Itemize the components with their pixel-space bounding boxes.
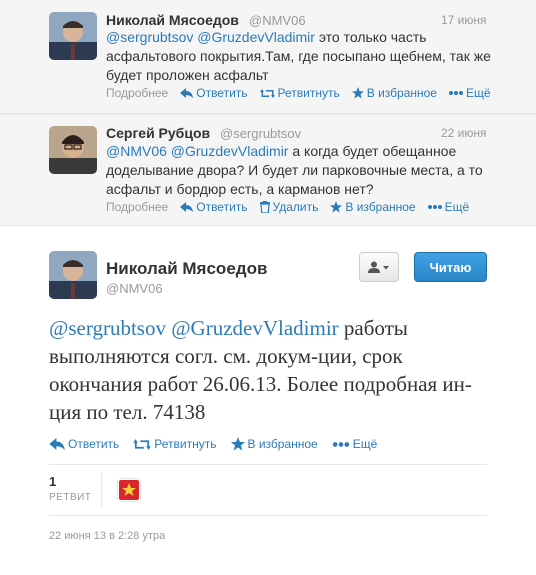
delete-button[interactable]: Удалить bbox=[259, 200, 319, 214]
star-icon bbox=[330, 201, 343, 213]
retweet-button[interactable]: Ретвитнуть bbox=[133, 437, 217, 451]
main-tweet-author-name[interactable]: Николай Мясоедов bbox=[106, 259, 267, 279]
reply-label: Ответить bbox=[68, 437, 120, 451]
ellipsis-icon bbox=[448, 91, 463, 95]
stats-separator bbox=[101, 472, 102, 507]
main-tweet-mentions[interactable]: @sergrubtsov @GruzdevVladimir bbox=[49, 316, 339, 340]
favorite-button[interactable]: В избранное bbox=[330, 200, 416, 214]
conversation-tweet-2: Сергей Рубцов @sergrubtsov 22 июня @NMV0… bbox=[0, 114, 536, 226]
conversation-tweet-1: Николай Мясоедов @NMV06 17 июня @sergrub… bbox=[0, 0, 536, 114]
reply-button[interactable]: Ответить bbox=[180, 86, 248, 100]
favorite-label: В избранное bbox=[366, 86, 437, 100]
tweet-timestamp: 22 июня 13 в 2:28 утра bbox=[49, 530, 166, 542]
retweet-label: Ретвитнуть bbox=[154, 437, 217, 451]
favorite-button[interactable]: В избранное bbox=[230, 437, 318, 451]
more-actions-button[interactable]: Ещё bbox=[332, 437, 378, 451]
user-icon bbox=[368, 261, 389, 273]
user-actions-dropdown[interactable] bbox=[359, 252, 399, 282]
favorite-label: В избранное bbox=[247, 437, 318, 451]
ellipsis-icon bbox=[427, 205, 442, 209]
main-tweet-avatar[interactable] bbox=[49, 251, 97, 299]
reply-label: Ответить bbox=[196, 200, 248, 214]
delete-label: Удалить bbox=[272, 200, 319, 214]
tweet-actions: Подробнее Ответить Ретвитнуть В избранно… bbox=[106, 86, 503, 100]
retweet-icon bbox=[259, 88, 275, 98]
reply-icon bbox=[180, 201, 194, 212]
avatar[interactable] bbox=[49, 12, 97, 60]
tweet-text: @NMV06 @GruzdevVladimir а когда будет об… bbox=[106, 142, 496, 199]
reply-button[interactable]: Ответить bbox=[180, 200, 248, 214]
retweet-button[interactable]: Ретвитнуть bbox=[259, 86, 340, 100]
tweet-date[interactable]: 22 июня bbox=[441, 126, 487, 140]
main-tweet-actions: Ответить Ретвитнуть В избранное Ещё bbox=[49, 437, 391, 451]
tweet-text: @sergrubtsov @GruzdevVladimir это только… bbox=[106, 28, 496, 85]
reply-button[interactable]: Ответить bbox=[49, 437, 119, 451]
more-actions-button[interactable]: Ещё bbox=[448, 86, 491, 100]
more-actions-button[interactable]: Ещё bbox=[427, 200, 470, 214]
main-tweet-text: @sergrubtsov @GruzdevVladimir работы вып… bbox=[49, 314, 489, 426]
following-button[interactable]: Читаю bbox=[414, 252, 487, 282]
expand-link[interactable]: Подробнее bbox=[106, 200, 168, 214]
reply-icon bbox=[49, 437, 65, 450]
star-icon bbox=[351, 87, 364, 99]
divider bbox=[49, 464, 487, 465]
retweeter-avatar[interactable] bbox=[117, 478, 141, 502]
favorite-button[interactable]: В избранное bbox=[351, 86, 437, 100]
reply-label: Ответить bbox=[196, 86, 248, 100]
retweet-label: Ретвитнуть bbox=[277, 86, 340, 100]
expand-link[interactable]: Подробнее bbox=[106, 86, 168, 100]
tweet-mentions[interactable]: @sergrubtsov @GruzdevVladimir bbox=[106, 29, 315, 45]
more-actions-label: Ещё bbox=[465, 86, 491, 100]
divider bbox=[49, 515, 487, 516]
more-actions-label: Ещё bbox=[444, 200, 470, 214]
tweet-author-name[interactable]: Сергей Рубцов bbox=[106, 125, 210, 141]
avatar[interactable] bbox=[49, 126, 97, 174]
tweet-author-handle[interactable]: @NMV06 bbox=[249, 13, 306, 28]
trash-icon bbox=[259, 201, 270, 213]
main-tweet-author-handle[interactable]: @NMV06 bbox=[106, 281, 163, 296]
retweet-count[interactable]: 1 bbox=[49, 474, 56, 489]
tweet-actions: Подробнее Ответить Удалить В избранное Е… bbox=[106, 200, 481, 214]
star-icon bbox=[230, 437, 245, 451]
tweet-date[interactable]: 17 июня bbox=[441, 13, 487, 27]
ellipsis-icon bbox=[332, 441, 349, 447]
tweet-mentions[interactable]: @NMV06 @GruzdevVladimir bbox=[106, 143, 288, 159]
favorite-label: В избранное bbox=[345, 200, 416, 214]
retweet-icon bbox=[133, 438, 152, 450]
tweet-author-handle[interactable]: @sergrubtsov bbox=[220, 126, 301, 141]
tweet-author-name[interactable]: Николай Мясоедов bbox=[106, 12, 239, 28]
reply-icon bbox=[180, 87, 194, 98]
more-actions-label: Ещё bbox=[352, 437, 378, 451]
retweet-count-label: РЕТВИТ bbox=[49, 492, 92, 503]
